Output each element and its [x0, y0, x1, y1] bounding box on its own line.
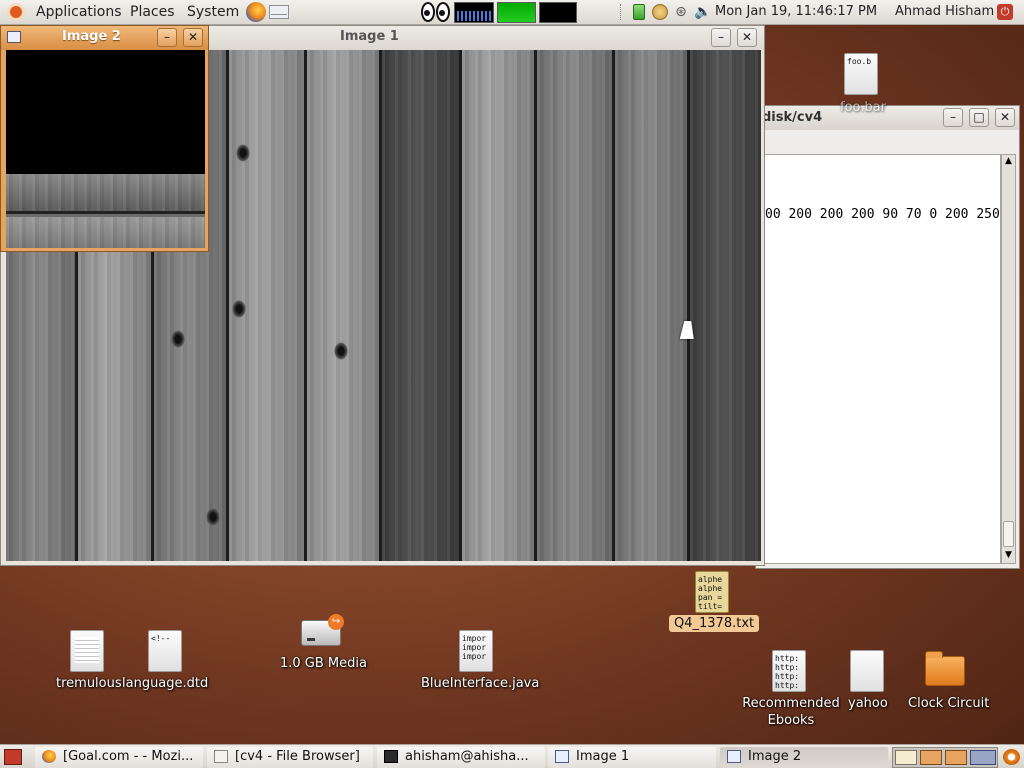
top-panel: Applications Places System ⊛ 🔈 Mon Jan 1…: [0, 0, 1024, 25]
file-browser-window: disk/cv4 – □ ✕ 00 200 200 200 90 70 0 20…: [755, 105, 1020, 569]
menu-applications[interactable]: Applications: [36, 0, 122, 25]
scroll-thumb[interactable]: [1003, 521, 1014, 547]
firefox-launcher-icon[interactable]: [246, 2, 266, 22]
window-icon: [555, 750, 569, 763]
file-browser-icon: [214, 750, 228, 763]
text-file-icon: <!--: [148, 630, 182, 672]
taskbar-item-firefox[interactable]: [Goal.com - - Mozi...: [35, 747, 203, 768]
document-icon: [850, 650, 884, 692]
workspace-1[interactable]: [895, 750, 917, 765]
image2-wood-region: [6, 174, 205, 248]
shutdown-icon[interactable]: ⏻: [997, 4, 1013, 20]
workspace-switcher[interactable]: [892, 747, 998, 768]
desktop-icon-recommended-ebooks[interactable]: http: http: http: http: Recommended Eboo…: [742, 650, 840, 732]
network-monitor-applet[interactable]: [497, 2, 536, 23]
memory-monitor-applet[interactable]: [539, 2, 577, 23]
volume-icon[interactable]: 🔈: [694, 4, 711, 20]
close-button[interactable]: ✕: [737, 28, 757, 47]
show-desktop-icon[interactable]: [4, 749, 22, 765]
wireless-icon[interactable]: ⊛: [673, 4, 689, 20]
document-icon: [70, 630, 104, 672]
text-file-icon: impor impor impor: [459, 630, 493, 672]
desktop-icon-language-dtd[interactable]: <!-- language.dtd: [122, 628, 212, 694]
menu-system[interactable]: System: [187, 0, 239, 25]
desktop-icon-foo-bar[interactable]: foo.b foo.bar: [840, 53, 886, 119]
mail-icon[interactable]: [269, 5, 289, 19]
image2-titlebar[interactable]: Image 2 – ✕: [1, 26, 208, 50]
bottom-panel: [Goal.com - - Mozi... [cv4 - File Browse…: [0, 744, 1024, 768]
ubuntu-logo-icon[interactable]: [7, 3, 25, 21]
user-switcher[interactable]: Ahmad Hisham: [895, 0, 994, 25]
text-file-icon: http: http: http: http:: [772, 650, 806, 692]
taskbar-item-file-browser[interactable]: [cv4 - File Browser]: [207, 747, 373, 768]
image1-title: Image 1: [340, 29, 399, 44]
minimize-button[interactable]: –: [943, 108, 963, 127]
minimize-button[interactable]: –: [157, 28, 177, 47]
terminal-icon: [384, 750, 398, 763]
close-button[interactable]: ✕: [183, 28, 203, 47]
vertical-scrollbar[interactable]: ▲ ▼: [1001, 154, 1016, 564]
battery-icon[interactable]: [633, 4, 645, 20]
close-button[interactable]: ✕: [995, 108, 1015, 127]
clock[interactable]: Mon Jan 19, 11:46:17 PM: [715, 0, 877, 25]
desktop-icon-tremulous[interactable]: tremulous: [56, 628, 126, 694]
panel-separator: [620, 4, 622, 20]
folder-icon: [925, 651, 965, 686]
trash-icon[interactable]: [1003, 749, 1020, 765]
system-monitor-applet[interactable]: [454, 2, 494, 23]
workspace-2[interactable]: [920, 750, 942, 765]
image2-canvas[interactable]: [6, 50, 205, 248]
text-file-icon: alphe alphe pan = tilt=: [695, 571, 729, 613]
desktop-icon-yahoo[interactable]: yahoo: [846, 650, 890, 716]
xeyes-left-eye-icon: [421, 2, 435, 22]
text-file-icon: foo.b: [844, 53, 878, 95]
taskbar-item-terminal[interactable]: ahisham@ahisha...: [377, 747, 545, 768]
image2-title: Image 2: [62, 29, 121, 44]
desktop-icon-clock-circuit[interactable]: Clock Circuit: [905, 650, 989, 716]
xeyes-right-eye-icon: [436, 2, 450, 22]
scroll-down-button[interactable]: ▼: [1002, 549, 1015, 563]
taskbar-item-image1[interactable]: Image 1: [548, 747, 716, 768]
scroll-up-button[interactable]: ▲: [1002, 155, 1015, 169]
maximize-button[interactable]: □: [969, 108, 989, 127]
taskbar-item-image2[interactable]: Image 2: [720, 747, 888, 768]
file-content-text: 00 200 200 200 90 70 0 200 250: [765, 207, 1000, 222]
desktop-icon-usb-media[interactable]: ↪ 1.0 GB Media: [280, 614, 370, 676]
file-browser-titlebar[interactable]: disk/cv4 – □ ✕: [756, 106, 1019, 130]
window-menu-icon[interactable]: [7, 31, 21, 43]
desktop-icon-q4-txt[interactable]: alphe alphe pan = tilt= Q4_1378.txt: [668, 570, 760, 636]
firefox-icon: [42, 750, 56, 763]
image2-black-region: [6, 50, 205, 174]
workspace-4[interactable]: [970, 750, 996, 765]
menu-places[interactable]: Places: [130, 0, 175, 25]
update-notifier-icon[interactable]: [652, 4, 668, 20]
minimize-button[interactable]: –: [711, 28, 731, 47]
workspace-3[interactable]: [945, 750, 967, 765]
file-browser-title: disk/cv4: [762, 110, 823, 125]
window-icon: [727, 750, 741, 763]
file-content-area[interactable]: 00 200 200 200 90 70 0 200 250: [764, 154, 1001, 564]
image2-window: Image 2 – ✕: [0, 25, 209, 252]
usb-badge-icon: ↪: [328, 614, 344, 630]
desktop-icon-blueinterface-java[interactable]: impor impor impor BlueInterface.java: [421, 628, 541, 694]
